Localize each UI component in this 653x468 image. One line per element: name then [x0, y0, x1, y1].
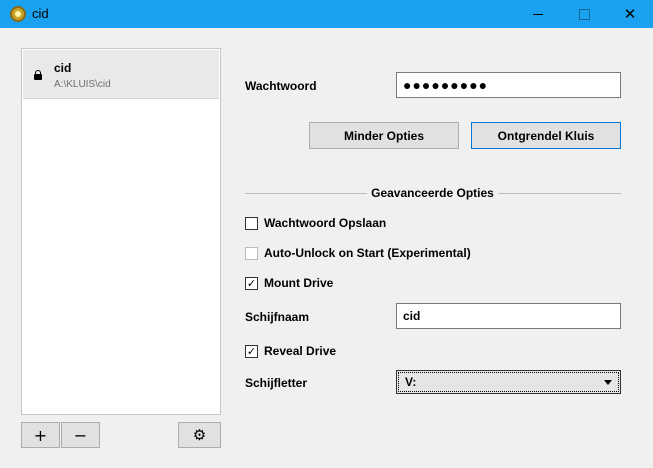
save-password-checkbox[interactable]: [245, 216, 258, 230]
reveal-drive-checkbox-row[interactable]: ✓ Reveal Drive: [245, 343, 336, 359]
vault-list-item[interactable]: cid A:\KLUIS\cid: [23, 50, 219, 99]
add-vault-button[interactable]: +: [21, 422, 60, 448]
minimize-button[interactable]: [515, 0, 561, 28]
auto-unlock-label: Auto-Unlock on Start (Experimental): [264, 246, 471, 260]
mount-drive-checkbox[interactable]: ✓: [245, 276, 258, 290]
title-bar[interactable]: cid ✕: [0, 0, 653, 28]
drive-letter-label: Schijfletter: [245, 376, 308, 390]
password-label: Wachtwoord: [245, 79, 317, 93]
app-logo-icon: [10, 6, 26, 22]
drive-letter-select[interactable]: V:: [396, 370, 621, 394]
auto-unlock-checkbox[interactable]: [245, 246, 258, 260]
vault-path: A:\KLUIS\cid: [54, 79, 111, 90]
password-value: ●●●●●●●●●: [403, 77, 489, 93]
mount-drive-checkbox-row[interactable]: ✓ Mount Drive: [245, 275, 333, 291]
remove-vault-button[interactable]: −: [61, 422, 100, 448]
close-button[interactable]: ✕: [607, 0, 653, 28]
settings-button[interactable]: ⚙: [178, 422, 221, 448]
lock-icon: [34, 70, 42, 80]
advanced-options-heading: Geavanceerde Opties: [371, 186, 494, 200]
drive-name-value: cid: [403, 309, 421, 323]
save-password-checkbox-row[interactable]: Wachtwoord Opslaan: [245, 215, 386, 231]
reveal-drive-label: Reveal Drive: [264, 344, 337, 358]
chevron-down-icon: [604, 379, 612, 385]
divider: [245, 193, 367, 194]
divider: [498, 193, 621, 194]
maximize-button[interactable]: [561, 0, 607, 28]
mount-drive-label: Mount Drive: [264, 276, 334, 290]
drive-letter-value: V:: [405, 375, 417, 389]
auto-unlock-checkbox-row[interactable]: Auto-Unlock on Start (Experimental): [245, 245, 471, 261]
reveal-drive-checkbox[interactable]: ✓: [245, 344, 258, 358]
save-password-label: Wachtwoord Opslaan: [264, 216, 387, 230]
password-field[interactable]: ●●●●●●●●●: [396, 72, 621, 98]
window-title: cid: [32, 6, 49, 21]
vault-name: cid: [54, 61, 72, 75]
gear-icon: ⚙: [192, 426, 207, 444]
drive-name-field[interactable]: cid: [396, 303, 621, 329]
vault-list[interactable]: cid A:\KLUIS\cid: [21, 48, 221, 415]
drive-name-label: Schijfnaam: [245, 310, 310, 324]
unlock-vault-button[interactable]: Ontgrendel Kluis: [471, 122, 621, 149]
less-options-button[interactable]: Minder Opties: [309, 122, 459, 149]
